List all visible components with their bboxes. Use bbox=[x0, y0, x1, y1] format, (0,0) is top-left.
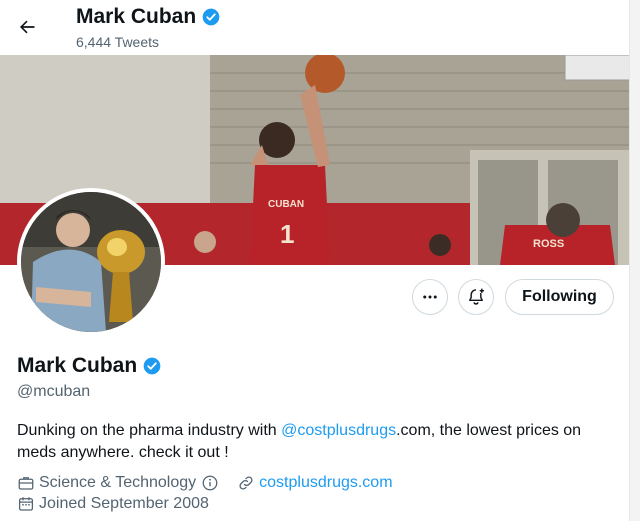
jersey-number: 1 bbox=[280, 219, 294, 249]
more-dots-icon bbox=[423, 295, 437, 299]
notifications-button[interactable] bbox=[458, 279, 494, 315]
profile-bio: Dunking on the pharma industry with @cos… bbox=[17, 420, 607, 464]
profile-name: Mark Cuban bbox=[17, 354, 138, 377]
back-button[interactable] bbox=[10, 10, 44, 44]
link-icon bbox=[239, 476, 253, 490]
verified-badge-icon bbox=[202, 8, 220, 26]
bio-text-1: Dunking on the pharma industry with bbox=[17, 422, 282, 439]
joined-date: Joined September 2008 bbox=[39, 495, 209, 512]
jersey-front-text: CUBAN bbox=[268, 199, 304, 210]
verified-badge-icon bbox=[143, 357, 161, 375]
calendar-icon bbox=[18, 497, 34, 511]
scrollbar[interactable] bbox=[629, 0, 640, 521]
tweet-count: 6,444 Tweets bbox=[76, 34, 160, 50]
profile-avatar[interactable] bbox=[17, 188, 165, 336]
bio-mention-link[interactable]: @costplusdrugs bbox=[281, 422, 396, 439]
info-icon[interactable] bbox=[201, 474, 219, 492]
joined-row: Joined September 2008 bbox=[17, 495, 209, 513]
profile-header: Mark Cuban 6,444 Tweets bbox=[0, 0, 640, 55]
more-options-button[interactable] bbox=[412, 279, 448, 315]
following-button[interactable]: Following bbox=[505, 279, 614, 315]
header-name: Mark Cuban bbox=[76, 5, 197, 28]
avatar-photo bbox=[21, 192, 161, 332]
profile-meta-row: Science & Technology costplusdrugs.com bbox=[17, 474, 407, 492]
jersey-back-text: ROSS bbox=[533, 238, 564, 250]
briefcase-icon bbox=[18, 477, 34, 490]
website-link[interactable]: costplusdrugs.com bbox=[259, 474, 392, 492]
profile-name-row: Mark Cuban bbox=[17, 354, 162, 378]
header-title: Mark Cuban bbox=[76, 5, 221, 29]
website-item[interactable]: costplusdrugs.com bbox=[237, 474, 393, 492]
category-item: Science & Technology bbox=[17, 474, 223, 492]
bell-plus-icon bbox=[469, 288, 484, 305]
profile-handle: @mcuban bbox=[17, 383, 91, 400]
category-label: Science & Technology bbox=[39, 474, 197, 491]
arrow-left-icon bbox=[20, 20, 35, 34]
